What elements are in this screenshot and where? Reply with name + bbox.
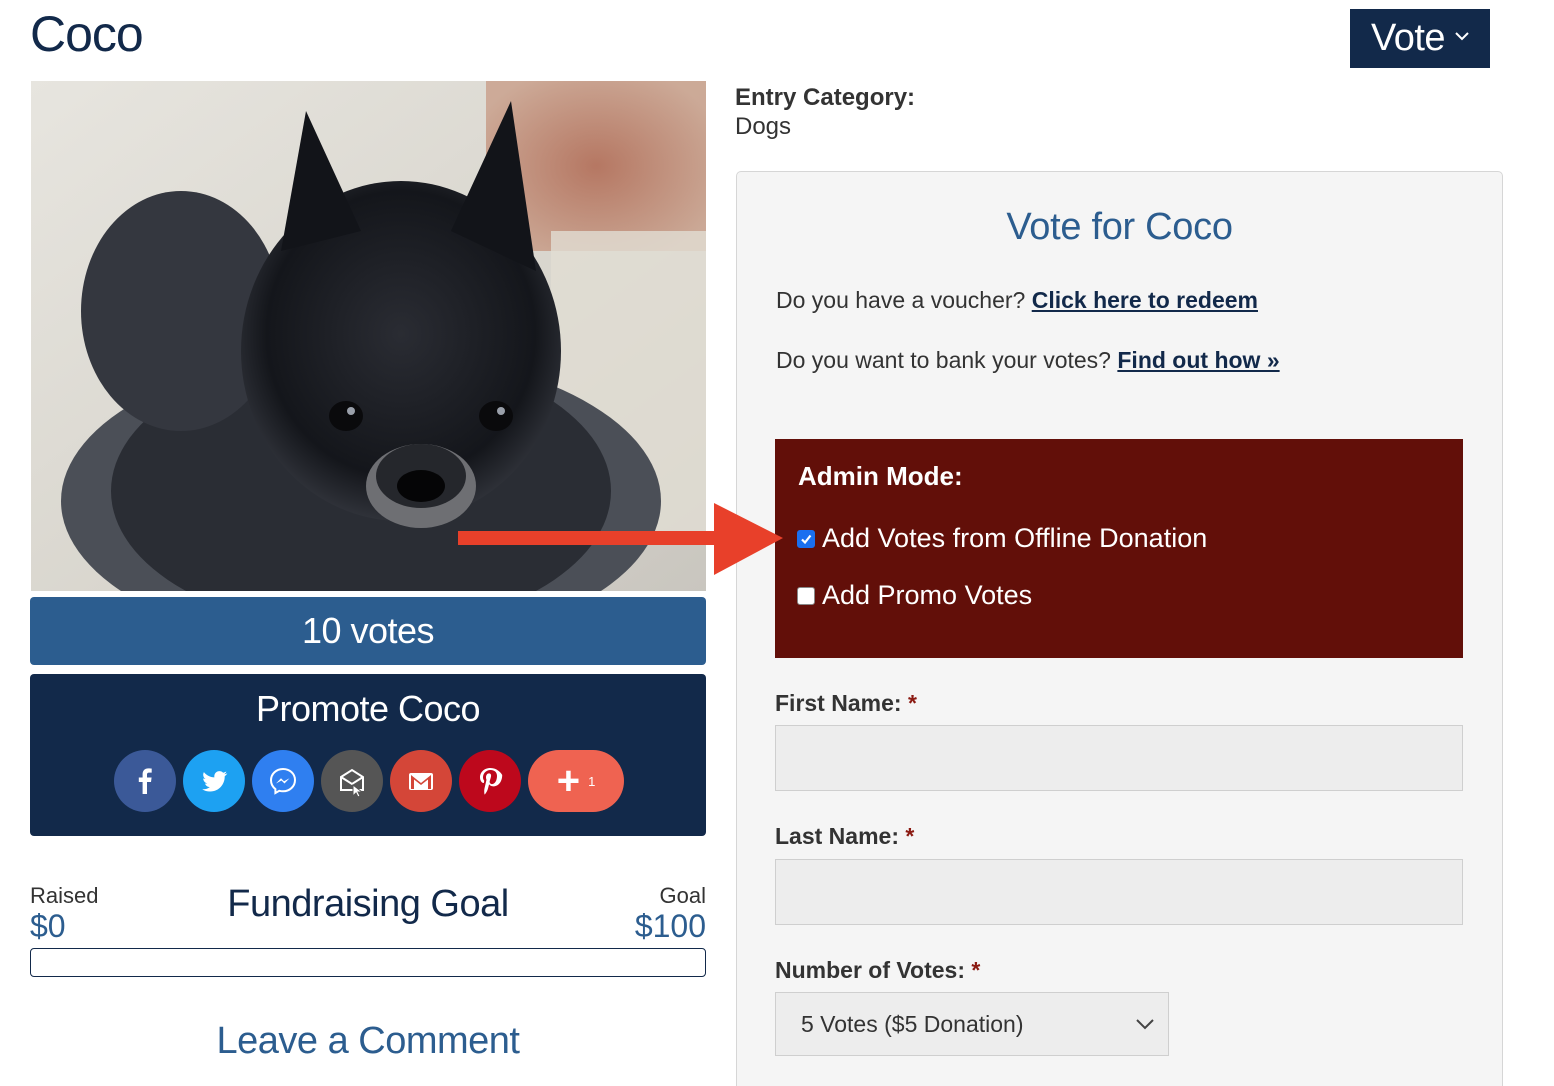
number-of-votes-selected: 5 Votes ($5 Donation) [801, 1010, 1024, 1037]
promo-votes-label: Add Promo Votes [822, 580, 1033, 610]
messenger-icon [269, 767, 297, 795]
annotation-arrow-icon [458, 503, 783, 575]
vote-dropdown-button[interactable]: Vote [1350, 9, 1490, 68]
last-name-input[interactable] [775, 859, 1463, 925]
number-of-votes-label: Number of Votes: * [775, 957, 980, 984]
share-facebook-button[interactable] [114, 750, 176, 812]
checkmark-icon [801, 534, 812, 544]
offline-donation-label: Add Votes from Offline Donation [822, 523, 1208, 553]
admin-mode-title: Admin Mode: [798, 461, 963, 491]
vote-panel-title: Vote for Coco [1006, 206, 1233, 248]
pinterest-icon [480, 768, 503, 795]
last-name-label: Last Name: * [775, 823, 914, 850]
last-name-label-text: Last Name: [775, 823, 899, 849]
required-mark: * [907, 690, 917, 716]
first-name-label-text: First Name: [775, 690, 902, 716]
twitter-icon [202, 771, 228, 792]
share-messenger-button[interactable] [252, 750, 314, 812]
number-of-votes-select[interactable]: 5 Votes ($5 Donation) [775, 992, 1169, 1056]
share-twitter-button[interactable] [183, 750, 245, 812]
share-more-button[interactable]: + 1 [528, 750, 624, 812]
promo-votes-option[interactable]: Add Promo Votes [797, 580, 1032, 611]
share-gmail-button[interactable] [390, 750, 452, 812]
entry-category-label: Entry Category: [735, 84, 916, 111]
plus-icon: + [556, 759, 581, 803]
number-of-votes-label-text: Number of Votes: [775, 957, 965, 983]
voucher-line: Do you have a voucher? Click here to red… [776, 287, 1258, 314]
email-icon [340, 768, 364, 798]
vote-button-label: Vote [1370, 17, 1446, 59]
share-count: 1 [588, 773, 596, 789]
share-pinterest-button[interactable] [459, 750, 521, 812]
chevron-down-icon [1136, 1019, 1154, 1030]
fundraising-progress-bar [30, 948, 706, 977]
offline-donation-option[interactable]: Add Votes from Offline Donation [797, 523, 1207, 554]
entry-category-value: Dogs [735, 113, 792, 140]
promote-title: Promote Coco [255, 688, 481, 729]
promote-panel: Promote Coco + 1 [30, 674, 706, 836]
entry-title: Coco [30, 6, 144, 62]
offline-donation-checkbox[interactable] [797, 529, 815, 548]
bank-votes-line: Do you want to bank your votes? Find out… [776, 347, 1280, 374]
chevron-down-icon [1455, 31, 1469, 40]
vote-count-bar: 10 votes [30, 597, 706, 665]
voucher-question: Do you have a voucher? [776, 287, 1026, 313]
share-email-button[interactable] [321, 750, 383, 812]
goal-label: Goal [659, 883, 706, 908]
goal-value: $100 [634, 908, 706, 944]
required-mark: * [905, 823, 915, 849]
leave-comment-heading: Leave a Comment [216, 1020, 521, 1062]
gmail-icon [409, 773, 433, 790]
redeem-voucher-link[interactable]: Click here to redeem [1032, 287, 1258, 313]
bank-question: Do you want to bank your votes? [776, 347, 1111, 373]
first-name-input[interactable] [775, 725, 1463, 791]
required-mark: * [971, 957, 981, 983]
facebook-icon [138, 768, 152, 794]
find-out-how-link[interactable]: Find out how » [1117, 347, 1279, 373]
fundraising-title: Fundraising Goal [227, 883, 509, 925]
share-buttons: + 1 [114, 750, 624, 812]
first-name-label: First Name: * [775, 690, 917, 717]
admin-mode-panel: Admin Mode: Add Votes from Offline Donat… [775, 439, 1463, 658]
promo-votes-checkbox[interactable] [797, 586, 815, 605]
